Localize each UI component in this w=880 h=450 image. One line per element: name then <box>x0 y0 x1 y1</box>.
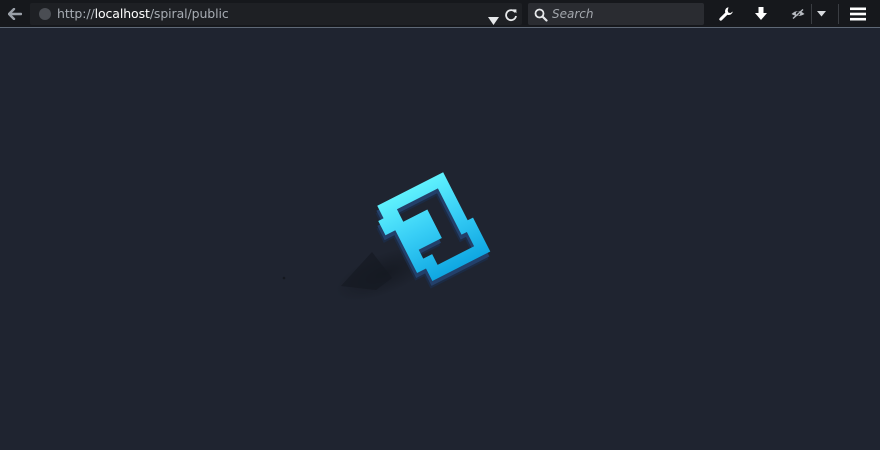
browser-toolbar: http://localhost/spiral/public <box>0 0 880 28</box>
wrench-icon[interactable] <box>716 5 736 23</box>
reload-icon[interactable] <box>504 7 518 26</box>
url-path: /spiral/public <box>149 6 229 21</box>
url-host: localhost <box>94 6 150 21</box>
toolbar-separator <box>811 4 812 24</box>
magnifier-icon <box>534 7 548 26</box>
search-input[interactable] <box>552 3 700 25</box>
globe-icon <box>39 8 51 20</box>
chevron-down-icon[interactable] <box>813 5 829 23</box>
page-content <box>0 28 880 446</box>
eye-addon-icon[interactable] <box>788 5 808 23</box>
hamburger-menu-icon[interactable] <box>848 5 868 23</box>
url-scheme: http:// <box>57 6 95 21</box>
toolbar-separator <box>838 4 839 24</box>
search-bar[interactable] <box>528 3 704 25</box>
spiral-logo-graphic <box>282 172 491 301</box>
download-arrow-icon[interactable] <box>751 5 771 23</box>
dropdown-triangle-icon[interactable] <box>488 10 499 29</box>
floor-dot <box>282 276 286 280</box>
address-bar[interactable]: http://localhost/spiral/public <box>30 3 522 25</box>
url-text[interactable]: http://localhost/spiral/public <box>57 3 229 25</box>
back-arrow-icon[interactable] <box>5 5 25 23</box>
